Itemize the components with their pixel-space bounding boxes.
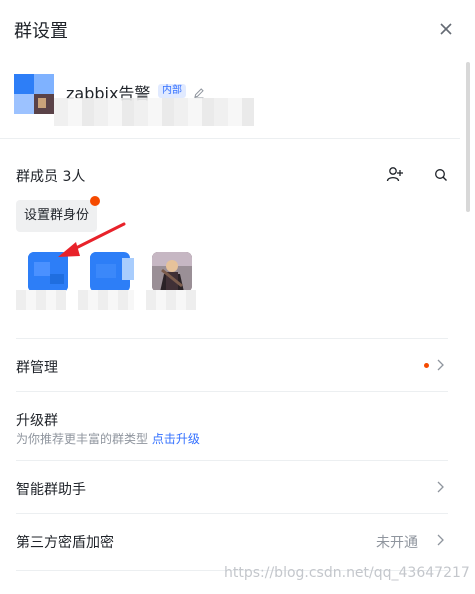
group-settings-panel: 群设置 zabbix告警 内部 群成员 3人 设置群身份 群管理 升级群 为你推… bbox=[0, 0, 475, 594]
chevron-right-icon bbox=[437, 359, 444, 371]
set-group-role-button[interactable]: 设置群身份 bbox=[16, 200, 97, 232]
member-avatar-blue-icon bbox=[90, 252, 134, 290]
chevron-right-icon bbox=[437, 534, 444, 546]
management-notification-dot bbox=[424, 363, 429, 368]
member-avatar-blue-icon bbox=[28, 252, 68, 292]
group-avatar[interactable] bbox=[14, 74, 54, 114]
member-avatar-photo-icon bbox=[152, 252, 192, 292]
upgrade-group-label: 升级群 bbox=[16, 413, 58, 429]
smart-assistant-label: 智能群助手 bbox=[16, 482, 86, 498]
members-count-label: 群成员 3人 bbox=[16, 169, 86, 185]
members-section: 群成员 3人 设置群身份 bbox=[0, 140, 460, 338]
group-avatar-icon bbox=[14, 74, 54, 114]
watermark: https://blog.csdn.net/qq_43647217 bbox=[224, 565, 470, 581]
panel-header: 群设置 bbox=[0, 0, 475, 58]
group-info: zabbix告警 内部 bbox=[0, 66, 460, 138]
divider bbox=[0, 138, 460, 139]
chevron-right-icon bbox=[437, 481, 444, 493]
encryption-status: 未开通 bbox=[376, 535, 418, 551]
upgrade-link[interactable]: 点击升级 bbox=[152, 432, 200, 446]
add-user-icon bbox=[386, 167, 403, 182]
member-name-redacted bbox=[16, 290, 66, 310]
smart-assistant-row[interactable]: 智能群助手 bbox=[0, 461, 460, 513]
member-avatar[interactable] bbox=[152, 252, 192, 292]
third-party-encryption-row[interactable]: 第三方密盾加密 未开通 bbox=[0, 514, 460, 570]
group-description-redacted bbox=[54, 98, 254, 126]
upgrade-group-row[interactable]: 升级群 为你推荐更丰富的群类型 点击升级 bbox=[0, 392, 460, 460]
member-name-redacted bbox=[146, 290, 196, 310]
group-management-row[interactable]: 群管理 bbox=[0, 339, 460, 391]
internal-tag: 内部 bbox=[158, 84, 186, 98]
search-member-button[interactable] bbox=[434, 167, 448, 181]
add-member-button[interactable] bbox=[386, 166, 404, 182]
notification-dot bbox=[90, 196, 100, 206]
close-icon bbox=[440, 23, 452, 35]
close-button[interactable] bbox=[436, 19, 456, 39]
encryption-label: 第三方密盾加密 bbox=[16, 535, 114, 551]
upgrade-description-text: 为你推荐更丰富的群类型 bbox=[16, 432, 149, 446]
scrollbar[interactable] bbox=[466, 62, 470, 212]
member-avatar[interactable] bbox=[28, 252, 68, 292]
group-management-label: 群管理 bbox=[16, 360, 58, 376]
member-avatar[interactable] bbox=[90, 252, 134, 292]
search-icon bbox=[435, 169, 447, 181]
member-name-redacted bbox=[78, 290, 134, 310]
upgrade-group-description: 为你推荐更丰富的群类型 点击升级 bbox=[16, 430, 200, 447]
edit-group-name-button[interactable] bbox=[193, 84, 205, 99]
page-title: 群设置 bbox=[14, 21, 68, 42]
